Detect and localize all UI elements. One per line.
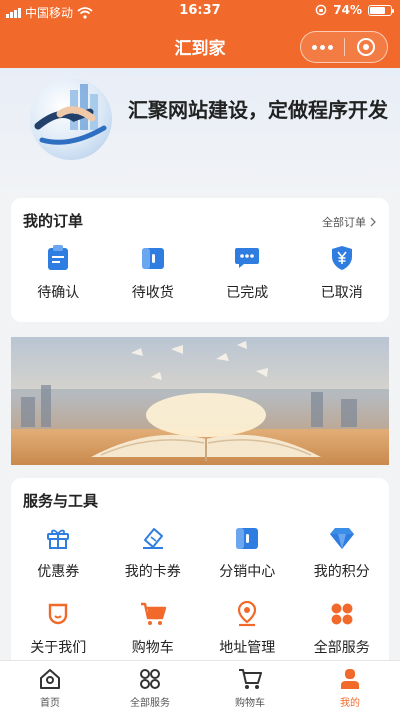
order-status-label: 待收货 [131, 285, 174, 301]
rotation-lock-icon [315, 4, 327, 16]
clipboard-icon [44, 244, 72, 272]
order-status-label: 已取消 [320, 285, 363, 301]
grid-icon [328, 600, 356, 628]
target-icon [356, 38, 375, 56]
tab-cart[interactable]: 购物车 [200, 661, 300, 711]
status-bar: 中国移动 16:37 74% [0, 0, 400, 24]
order-status-label: 待确认 [37, 285, 80, 301]
order-status-completed[interactable]: 已完成 [200, 244, 295, 302]
yen-shield-icon [328, 244, 356, 272]
tab-home[interactable]: 首页 [0, 661, 100, 711]
tab-label: 首页 [40, 698, 60, 709]
service-my-points[interactable]: 我的积分 [295, 524, 390, 600]
battery-icon [368, 4, 394, 16]
diamond-icon [328, 524, 356, 552]
user-icon [338, 667, 362, 691]
chat-dots-icon [233, 244, 261, 272]
chevron-right-icon [370, 217, 376, 227]
service-label: 全部服务 [313, 640, 370, 656]
gift-icon [44, 524, 72, 552]
tab-label: 我的 [340, 698, 360, 709]
about-icon [44, 600, 72, 628]
title-bar: 汇到家 [0, 24, 400, 68]
service-label: 分销中心 [219, 564, 276, 580]
bottom-tab-bar: 首页 全部服务 购物车 我的 [0, 660, 400, 711]
order-status-pending-confirm[interactable]: 待确认 [11, 244, 106, 302]
miniprogram-capsule [300, 31, 388, 63]
all-orders-label: 全部订单 [322, 216, 366, 229]
hero-slogan: 汇聚网站建设，定做程序开发 [128, 98, 388, 122]
order-status-label: 已完成 [226, 285, 269, 301]
ticket-icon [139, 524, 167, 552]
order-status-pending-receipt[interactable]: 待收货 [106, 244, 201, 302]
app-header: 中国移动 16:37 74% 汇到家 [0, 0, 400, 68]
handshake-logo-icon [34, 84, 107, 145]
promo-banner[interactable] [11, 337, 389, 465]
more-dots-icon [311, 44, 333, 50]
profile-hero: 汇聚网站建设，定做程序开发 [0, 68, 400, 193]
service-my-cards[interactable]: 我的卡券 [106, 524, 201, 600]
service-label: 地址管理 [219, 640, 276, 656]
tab-all-services[interactable]: 全部服务 [100, 661, 200, 711]
tab-label: 全部服务 [130, 698, 170, 709]
services-card: 服务与工具 优惠券 我的卡券 分销中心 我的积分 关于我们 购物车 地址管理 全… [11, 478, 389, 668]
service-distribution[interactable]: 分销中心 [200, 524, 295, 600]
order-status-grid: 待确认 待收货 已完成 已取消 [11, 244, 389, 302]
orders-card: 我的订单 全部订单 待确认 待收货 已完成 已取消 [11, 198, 389, 322]
service-label: 购物车 [131, 640, 174, 656]
service-label: 关于我们 [30, 640, 87, 656]
location-pin-icon [233, 600, 261, 628]
more-button[interactable] [301, 32, 344, 62]
service-label: 我的积分 [313, 564, 370, 580]
cart-outline-icon [238, 667, 262, 691]
grid-outline-icon [138, 667, 162, 691]
cart-icon [139, 600, 167, 628]
services-title: 服务与工具 [23, 492, 99, 510]
tab-mine[interactable]: 我的 [300, 661, 400, 711]
service-label: 优惠券 [37, 564, 80, 580]
home-icon [38, 667, 62, 691]
all-orders-link[interactable]: 全部订单 [322, 214, 377, 230]
battery-percent: 74% [333, 3, 362, 17]
service-label: 我的卡券 [124, 564, 181, 580]
close-miniprogram-button[interactable] [344, 32, 387, 62]
distribution-icon [233, 524, 261, 552]
services-grid: 优惠券 我的卡券 分销中心 我的积分 关于我们 购物车 地址管理 全部服务 [11, 524, 389, 676]
service-coupon[interactable]: 优惠券 [11, 524, 106, 600]
avatar[interactable] [30, 78, 112, 160]
open-book-banner-image [11, 341, 389, 461]
tab-label: 购物车 [235, 698, 265, 709]
order-status-cancelled[interactable]: 已取消 [295, 244, 390, 302]
package-icon [139, 244, 167, 272]
orders-title: 我的订单 [23, 212, 84, 230]
status-right: 74% [315, 3, 394, 17]
